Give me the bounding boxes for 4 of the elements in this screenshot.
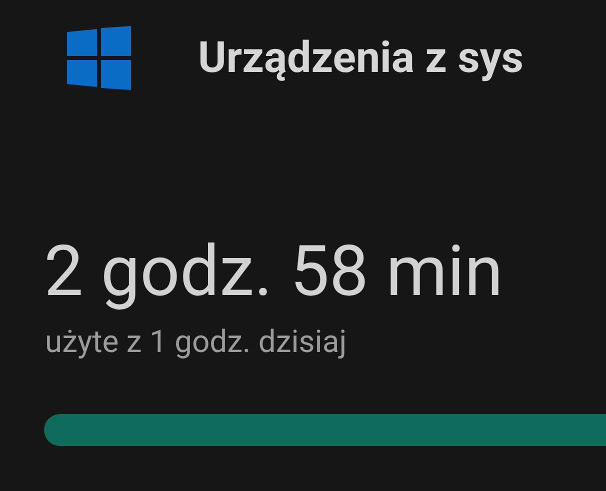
- usage-subtitle: użyte z 1 godz. dzisiaj: [45, 322, 348, 362]
- page-title: Urządzenia z sys: [198, 33, 524, 83]
- usage-time: 2 godz. 58 min: [44, 232, 504, 312]
- windows-logo-icon: [67, 26, 131, 90]
